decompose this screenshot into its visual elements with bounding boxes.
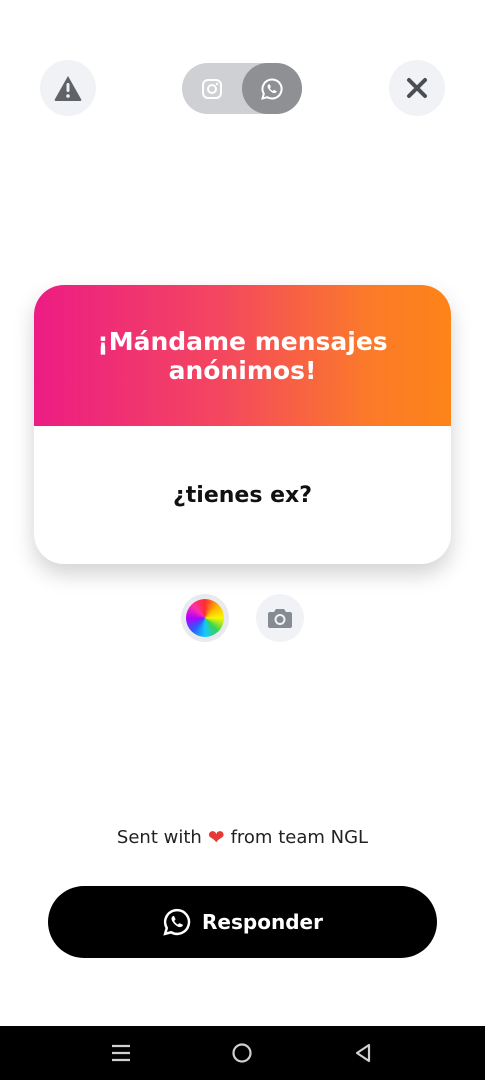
card-title: ¡Mándame mensajes anónimos! (97, 326, 388, 385)
sent-prefix: Sent with (116, 826, 202, 848)
camera-icon (268, 609, 292, 628)
whatsapp-icon (163, 908, 191, 936)
reply-button[interactable]: Responder (48, 886, 437, 958)
toggle-instagram[interactable] (182, 63, 242, 114)
report-button[interactable] (40, 60, 96, 116)
sent-suffix: from team NGL (230, 826, 369, 848)
card-question: ¿tienes ex? (173, 482, 312, 508)
card-body: ¿tienes ex? (34, 426, 451, 564)
color-wheel-icon (186, 599, 224, 637)
heart-icon: ❤ (207, 825, 225, 849)
screen: ¡Mándame mensajes anónimos! ¿tienes ex? … (0, 0, 485, 1080)
back-icon (355, 1043, 371, 1063)
close-button[interactable] (389, 60, 445, 116)
whatsapp-icon (261, 77, 283, 100)
reply-label: Responder (202, 910, 323, 934)
nav-recents-button[interactable] (91, 1026, 151, 1080)
menu-icon (112, 1044, 130, 1062)
camera-button[interactable] (256, 594, 304, 642)
message-card: ¡Mándame mensajes anónimos! ¿tienes ex? (34, 285, 451, 564)
toggle-whatsapp[interactable] (242, 63, 302, 114)
warning-triangle-icon (54, 76, 82, 101)
sent-with-text: Sent with ❤ from team NGL (0, 825, 485, 849)
instagram-icon (202, 78, 222, 99)
color-button[interactable] (181, 594, 229, 642)
card-header: ¡Mándame mensajes anónimos! (34, 285, 451, 426)
home-icon (232, 1043, 252, 1063)
system-nav-bar (0, 1026, 485, 1080)
nav-home-button[interactable] (212, 1026, 272, 1080)
close-x-icon (407, 78, 427, 98)
nav-back-button[interactable] (333, 1026, 393, 1080)
share-toggle[interactable] (182, 63, 302, 114)
